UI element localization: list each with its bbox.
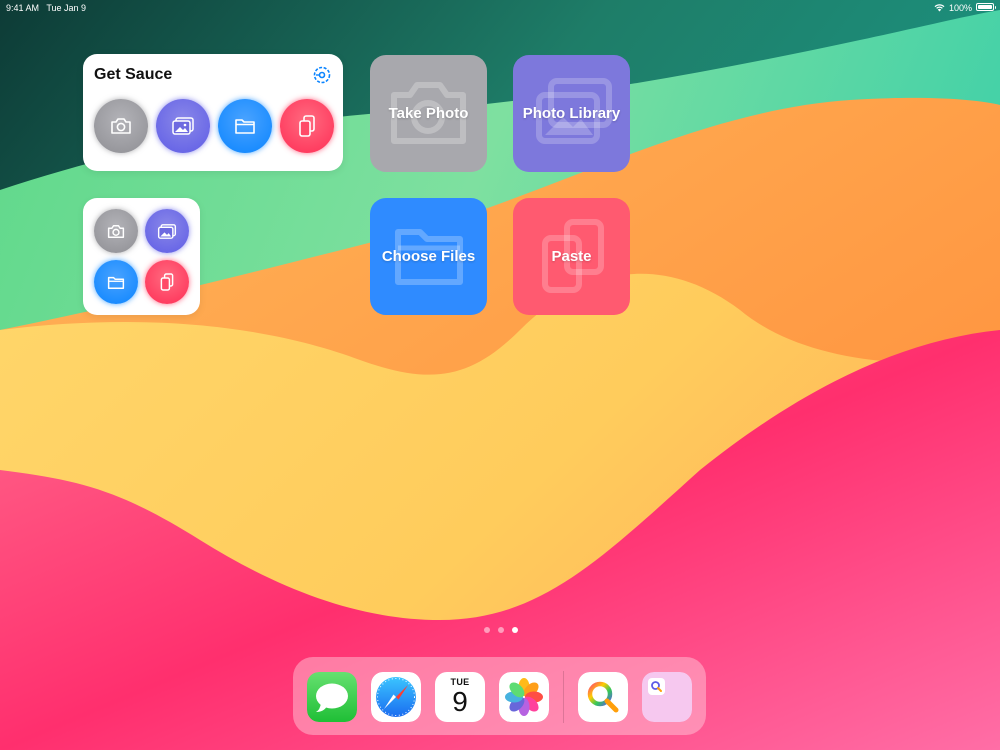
- battery-icon: [976, 3, 996, 11]
- paste-icon: [299, 115, 315, 137]
- choose-files-tile[interactable]: Choose Files: [370, 198, 487, 315]
- choose-files-button[interactable]: [218, 99, 272, 153]
- photos-icon: [172, 117, 194, 135]
- tile-label: Take Photo: [388, 105, 469, 122]
- take-photo-tile[interactable]: Take Photo: [370, 55, 487, 172]
- get-sauce-widget-large[interactable]: Get Sauce: [83, 54, 343, 171]
- tile-label: Choose Files: [381, 248, 476, 265]
- page-dot[interactable]: [498, 627, 504, 633]
- page-indicator[interactable]: [484, 627, 518, 633]
- take-photo-button[interactable]: [94, 209, 138, 253]
- paste-icon: [160, 273, 174, 291]
- messages-icon[interactable]: [307, 672, 357, 722]
- folder-icon: [235, 119, 255, 134]
- photos-icon: [157, 223, 177, 239]
- page-dot-current[interactable]: [512, 627, 518, 633]
- safari-icon[interactable]: [371, 672, 421, 722]
- photo-library-tile[interactable]: Photo Library: [513, 55, 630, 172]
- get-sauce-widget-small[interactable]: [83, 198, 200, 315]
- dock-separator: [563, 671, 564, 723]
- choose-files-button[interactable]: [94, 260, 138, 304]
- status-date: Tue Jan 9: [46, 3, 87, 13]
- photo-library-button[interactable]: [156, 99, 210, 153]
- status-right: 100%: [934, 3, 972, 13]
- paste-button[interactable]: [280, 99, 334, 153]
- paste-tile[interactable]: Paste: [513, 198, 630, 315]
- calendar-day: 9: [452, 686, 468, 717]
- status-time: 9:41 AM: [6, 3, 40, 13]
- page-dot[interactable]: [484, 627, 490, 633]
- tile-label: Paste: [551, 248, 592, 265]
- camera-icon: [107, 224, 125, 238]
- battery-percent: 100%: [948, 3, 972, 13]
- gear-icon[interactable]: [312, 65, 332, 85]
- magnifier-app-icon[interactable]: [578, 672, 628, 722]
- photos-app-icon[interactable]: [499, 672, 549, 722]
- paste-button[interactable]: [145, 260, 189, 304]
- calendar-icon[interactable]: TUE 9: [435, 672, 485, 722]
- tile-label: Photo Library: [522, 105, 621, 122]
- folder-app-icon[interactable]: [642, 672, 692, 722]
- wifi-icon: [934, 4, 945, 12]
- status-time-date: 9:41 AM Tue Jan 9: [6, 3, 86, 13]
- status-bar: 9:41 AM Tue Jan 9 100%: [0, 0, 1000, 16]
- photo-library-button[interactable]: [145, 209, 189, 253]
- widget-title: Get Sauce: [94, 66, 173, 83]
- camera-icon: [111, 118, 131, 134]
- take-photo-button[interactable]: [94, 99, 148, 153]
- dock: TUE 9: [293, 657, 706, 735]
- folder-icon: [107, 276, 125, 289]
